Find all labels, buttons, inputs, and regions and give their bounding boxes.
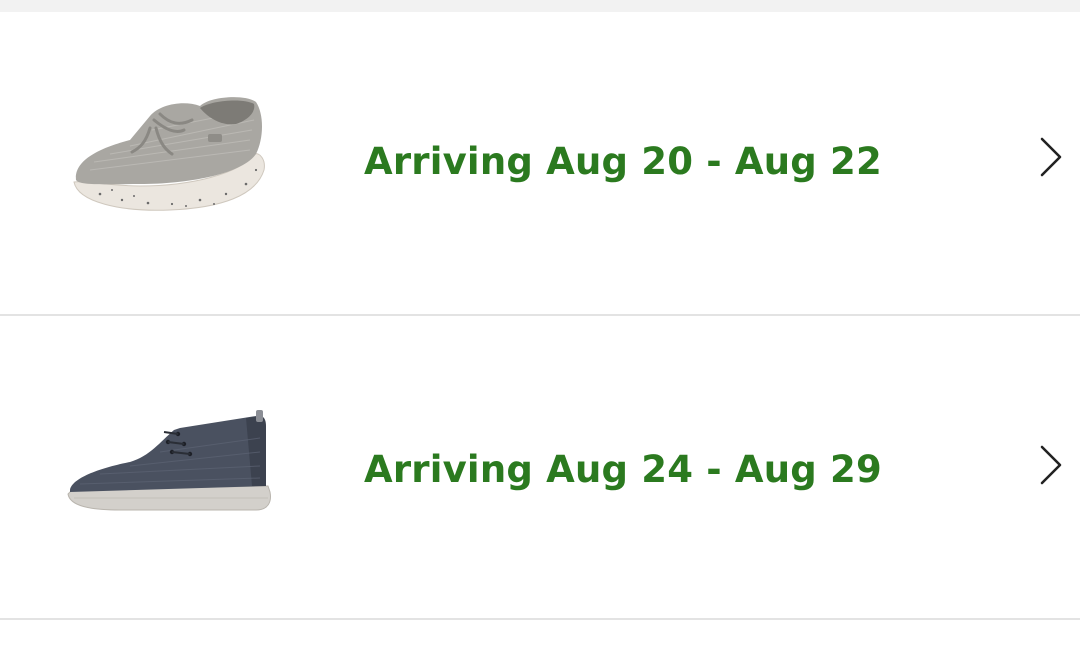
order-row[interactable]: Arriving Aug 24 - Aug 29 [0,316,1080,620]
top-band [0,0,1080,12]
order-row[interactable]: Arriving Aug 20 - Aug 22 [0,12,1080,316]
delivery-status: Arriving Aug 20 - Aug 22 [364,140,882,183]
gray-slip-on-shoe-image [73,97,265,211]
delivery-status: Arriving Aug 24 - Aug 29 [364,448,882,491]
product-image-slip-on-shoe[interactable] [60,90,280,230]
list-bottom-space [0,620,1080,646]
orders-list-page: Arriving Aug 20 - Aug 22 Arriving Aug 24… [0,0,1080,646]
chevron-right-icon[interactable] [1038,136,1064,178]
chevron-right-icon[interactable] [1038,444,1064,486]
navy-chukka-boot-image [67,410,271,511]
product-image-chukka-boot[interactable] [60,406,280,546]
